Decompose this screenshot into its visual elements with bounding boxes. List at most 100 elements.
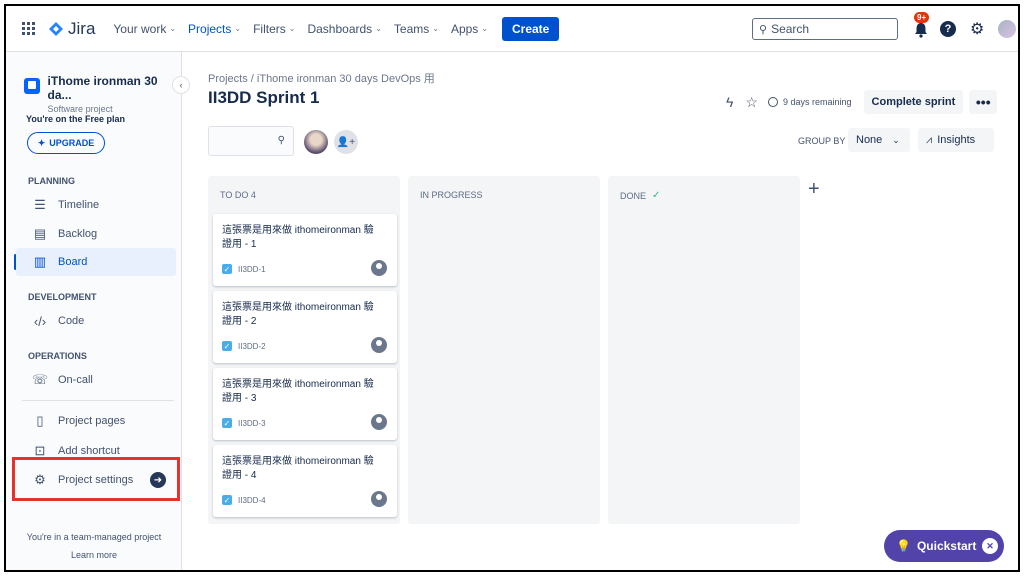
timeline-icon: ☰ — [34, 197, 46, 212]
add-people-icon[interactable]: 👤+ — [334, 130, 358, 154]
board-search-input[interactable]: ⚲ — [208, 126, 294, 156]
team-managed-note: You're in a team-managed project — [26, 532, 162, 542]
add-column-plus-icon[interactable]: + — [808, 178, 820, 201]
page-icon: ▯ — [36, 413, 44, 428]
checkmark-icon: ✓ — [652, 190, 661, 201]
learn-more-link[interactable]: Learn more — [6, 550, 182, 560]
create-button[interactable]: Create — [502, 16, 560, 41]
days-remaining-text: 9 days remaining — [782, 97, 852, 107]
clock-icon — [767, 97, 778, 107]
unassigned-avatar-icon[interactable] — [371, 260, 387, 276]
sidebar-item-timeline[interactable]: ☰ Timeline — [16, 191, 176, 219]
issue-card[interactable]: 這張票是用來做 ithomeironman 驗證用 - 4 ✓ II3DD-4 — [213, 445, 397, 517]
project-header: iThome ironman 30 da... Software project — [24, 74, 181, 114]
operations-heading: OPERATIONS — [28, 351, 87, 361]
sidebar-item-label: On-call — [58, 374, 93, 386]
sidebar-item-project-pages[interactable]: ▯ Project pages — [16, 407, 176, 435]
issue-key: II3DD-1 — [238, 264, 266, 274]
issue-key: II3DD-3 — [238, 418, 266, 428]
nav-dashboards[interactable]: Dashboards ⌄ — [307, 22, 381, 36]
sidebar-item-backlog[interactable]: ▤ Backlog — [16, 220, 176, 248]
code-icon: ‹/› — [33, 313, 47, 329]
unassigned-avatar-icon[interactable] — [371, 414, 387, 430]
issue-key: II3DD-4 — [238, 495, 266, 505]
jira-logo[interactable]: Jira — [48, 19, 95, 39]
top-navigation: Jira Your work ⌄ Projects ⌄ Filters ⌄ Dashb… — [6, 6, 1018, 52]
unassigned-avatar-icon[interactable] — [371, 337, 387, 353]
sidebar: iThome ironman 30 da... Software project… — [6, 52, 190, 570]
column-title: DONE — [620, 190, 647, 201]
card-key: ✓ II3DD-4 — [222, 495, 266, 505]
board-icon: ▥ — [33, 254, 47, 269]
nav-apps[interactable]: Apps ⌄ — [451, 22, 488, 36]
oncall-icon: ☏ — [31, 372, 49, 387]
collapse-sidebar-chevron-icon[interactable]: ‹ — [172, 76, 190, 94]
column-todo: TO DO 4 這張票是用來做 ithomeironman 驗證用 - 1 ✓ I… — [208, 176, 400, 524]
quickstart-button[interactable]: 💡 Quickstart ✕ — [884, 530, 1004, 562]
sidebar-item-label: Timeline — [58, 199, 100, 211]
logo-text: Jira — [68, 18, 96, 38]
column-done: DONE ✓ — [608, 176, 800, 524]
notifications-button[interactable]: 9+ — [910, 12, 932, 40]
chart-icon: ⩘ — [926, 133, 933, 146]
column-header: IN PROGRESS — [420, 190, 483, 200]
chevron-down-icon: ⌄ — [288, 24, 296, 33]
upgrade-button[interactable]: ✦ UPGRADE — [27, 132, 105, 154]
complete-sprint-button[interactable]: Complete sprint — [863, 90, 964, 114]
plan-text: You're on the Free plan — [26, 114, 125, 124]
automation-bolt-icon[interactable]: ϟ — [726, 94, 733, 110]
nav-label: Projects — [188, 21, 232, 36]
sidebar-item-board[interactable]: ▥ Board — [16, 248, 176, 276]
search-input[interactable]: ⚲ Search — [752, 18, 898, 40]
notification-badge: 9+ — [914, 12, 930, 23]
sidebar-item-code[interactable]: ‹/› Code — [16, 307, 176, 335]
card-title: 這張票是用來做 ithomeironman 驗證用 - 4 — [222, 456, 374, 481]
nav-projects[interactable]: Projects ⌄ — [188, 22, 241, 36]
groupby-select[interactable]: None ⌄ — [848, 128, 910, 152]
more-actions-button[interactable]: ••• — [969, 90, 998, 114]
sidebar-item-oncall[interactable]: ☏ On-call — [16, 366, 176, 394]
nav-your-work[interactable]: Your work ⌄ — [113, 22, 176, 36]
nav-filters[interactable]: Filters ⌄ — [253, 22, 295, 36]
search-icon: ⚲ — [759, 23, 768, 36]
project-avatar-icon — [24, 78, 40, 94]
sidebar-item-label: Backlog — [58, 228, 98, 240]
nav-label: Filters — [253, 21, 286, 36]
sidebar-divider — [22, 400, 174, 401]
chevron-down-icon: ⌄ — [892, 134, 900, 145]
groupby-value: None — [856, 134, 883, 146]
card-key: ✓ II3DD-2 — [222, 341, 266, 351]
card-title: 這張票是用來做 ithomeironman 驗證用 - 1 — [222, 225, 374, 250]
groupby-label: GROUP BY — [798, 136, 846, 146]
days-remaining: 9 days remaining — [767, 97, 852, 107]
sidebar-item-label: Board — [58, 256, 88, 268]
column-header: DONE ✓ — [620, 190, 660, 201]
settings-gear-icon[interactable]: ⚙ — [970, 19, 984, 39]
lightbulb-icon: 💡 — [896, 539, 911, 553]
chevron-down-icon: ⌄ — [169, 24, 177, 33]
issue-card[interactable]: 這張票是用來做 ithomeironman 驗證用 - 1 ✓ II3DD-1 — [213, 214, 397, 286]
issue-card[interactable]: 這張票是用來做 ithomeironman 驗證用 - 3 ✓ II3DD-3 — [213, 368, 397, 440]
nav-teams[interactable]: Teams ⌄ — [394, 22, 439, 36]
unassigned-avatar-icon[interactable] — [371, 491, 387, 507]
card-title: 這張票是用來做 ithomeironman 驗證用 - 3 — [222, 379, 374, 404]
app-window: Jira Your work ⌄ Projects ⌄ Filters ⌄ Dashb… — [4, 4, 1020, 572]
quickstart-label: Quickstart — [916, 539, 977, 553]
column-header: TO DO 4 — [220, 190, 256, 200]
nav-label: Your work — [113, 21, 167, 36]
breadcrumb[interactable]: Projects / iThome ironman 30 days DevOps… — [208, 70, 435, 86]
profile-avatar[interactable] — [998, 20, 1017, 38]
jira-logo-icon — [49, 21, 63, 36]
sparkle-icon: ✦ — [37, 137, 46, 148]
insights-button[interactable]: ⩘ Insights — [918, 128, 994, 152]
task-checkbox-icon: ✓ — [222, 418, 232, 428]
issue-card[interactable]: 這張票是用來做 ithomeironman 驗證用 - 2 ✓ II3DD-2 — [213, 291, 397, 363]
help-icon[interactable]: ? — [940, 21, 956, 37]
close-icon[interactable]: ✕ — [982, 538, 998, 554]
star-icon[interactable]: ☆ — [745, 94, 758, 111]
nav-label: Dashboards — [307, 21, 373, 36]
app-switcher-icon[interactable] — [22, 21, 36, 36]
page-title: II3DD Sprint 1 — [208, 88, 320, 107]
card-title: 這張票是用來做 ithomeironman 驗證用 - 2 — [222, 302, 374, 327]
avatar[interactable] — [304, 130, 328, 154]
